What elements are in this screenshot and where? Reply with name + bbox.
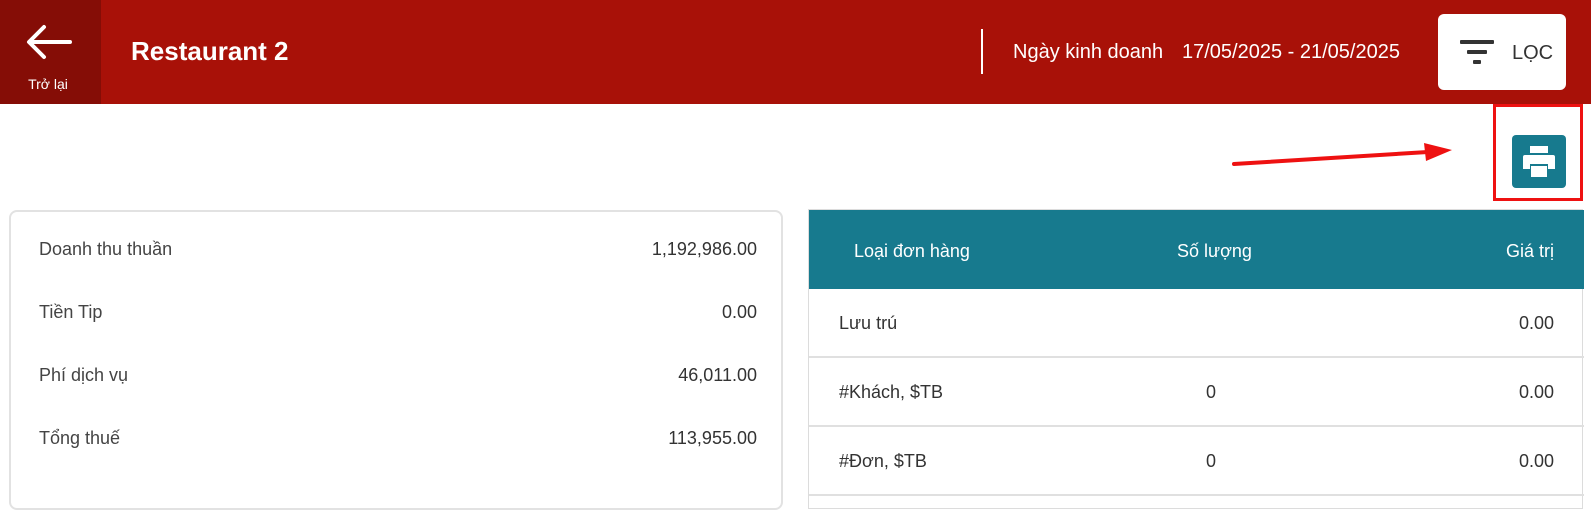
order-type-cell: #Đơn, $TB [839,451,927,471]
printer-icon [1523,146,1555,177]
arrow-left-icon [27,25,72,59]
quantity-cell: 0 [1205,451,1216,471]
table-row: #Đơn, $TB 0 0.00 [809,427,1584,496]
summary-label: Phí dịch vụ [39,365,129,385]
store-title: Restaurant 2 [131,36,289,66]
summary-label: Tiền Tip [39,302,103,322]
summary-card: Doanh thu thuần 1,192,986.00 Tiền Tip 0.… [9,210,783,510]
business-date-range[interactable]: 17/05/2025 - 21/05/2025 [1182,41,1400,64]
filter-button[interactable]: LỌC [1438,14,1566,90]
quantity-cell: 0 [1205,382,1216,402]
summary-row: Doanh thu thuần 1,192,986.00 [39,239,757,269]
column-header-value: Giá trị [1505,241,1554,261]
table-row: #Khách, $TB 0 0.00 [809,358,1584,427]
value-cell: 0.00 [1518,313,1554,333]
order-type-cell: #Khách, $TB [839,382,944,402]
summary-value: 1,192,986.00 [651,239,757,259]
column-header-order-type: Loại đơn hàng [854,241,970,261]
back-button[interactable]: Trở lại [0,0,101,104]
summary-value: 0.00 [721,302,757,322]
summary-row: Tiền Tip 0.00 [39,302,757,332]
summary-label: Doanh thu thuần [39,239,173,259]
back-label: Trở lại [28,76,68,92]
value-cell: 0.00 [1518,382,1554,402]
header-divider [981,29,983,74]
summary-value: 46,011.00 [678,365,757,385]
summary-value: 113,955.00 [668,428,757,448]
top-bar: Trở lại Restaurant 2 Ngày kinh doanh 17/… [0,0,1591,104]
order-type-cell: Lưu trú [839,313,898,333]
annotation-arrow [1232,143,1452,166]
business-date-label: Ngày kinh doanh [1013,41,1164,63]
filter-label: LỌC [1512,42,1554,64]
summary-label: Tổng thuế [39,428,121,448]
table-header: Loại đơn hàng Số lượng Giá trị [809,210,1584,289]
order-type-table: Loại đơn hàng Số lượng Giá trị Lưu trú 0… [808,209,1584,509]
filter-icon [1460,40,1494,64]
summary-row: Phí dịch vụ 46,011.00 [39,365,757,395]
summary-row: Tổng thuế 113,955.00 [39,428,757,458]
print-button[interactable] [1512,135,1566,188]
column-header-quantity: Số lượng [1177,241,1252,261]
table-row: Lưu trú 0.00 [809,289,1584,358]
value-cell: 0.00 [1518,451,1554,471]
